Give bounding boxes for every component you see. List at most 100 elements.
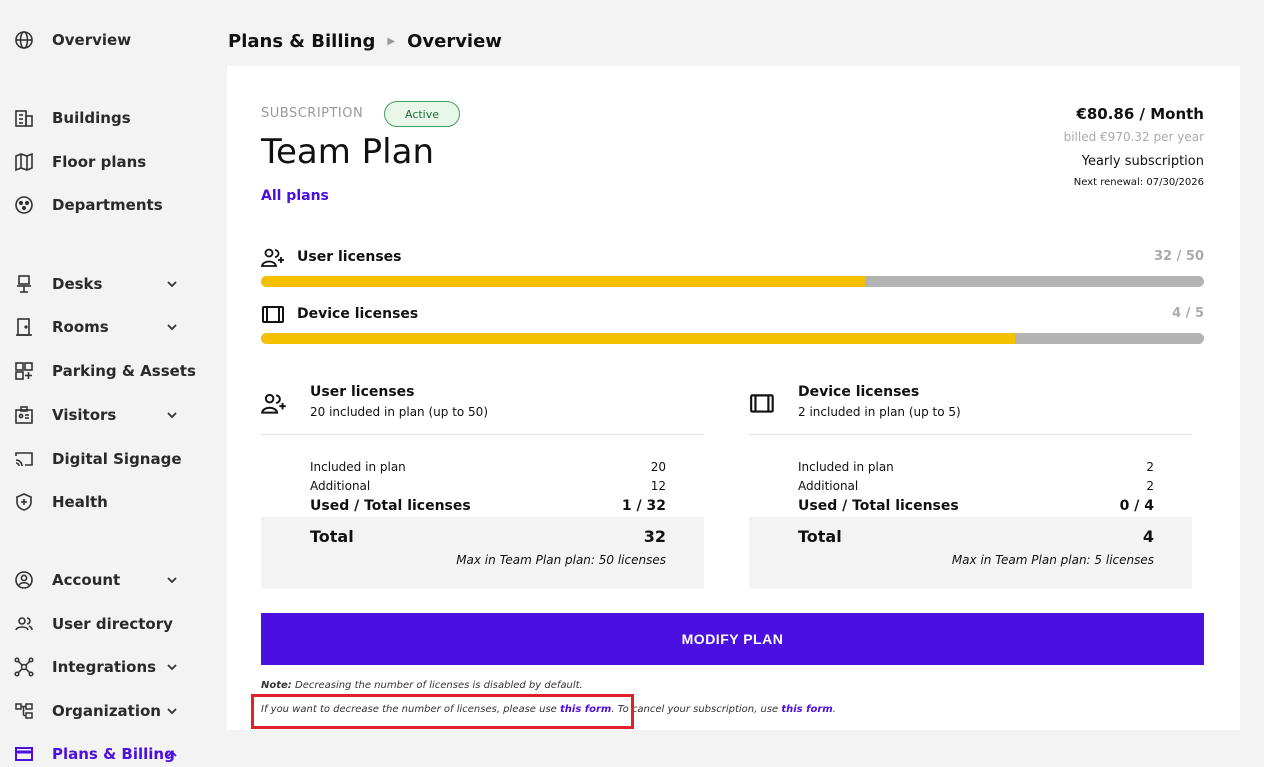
account-icon <box>13 569 35 591</box>
room-icon <box>13 316 35 338</box>
usage-label: Device licenses <box>297 306 419 322</box>
add-user-icon <box>261 393 286 414</box>
usage-label: User licenses <box>297 249 402 265</box>
highlight-box <box>251 694 634 729</box>
building-icon <box>13 107 35 129</box>
sidebar-item-health[interactable]: Health <box>13 489 213 515</box>
row-value: 2 <box>1146 479 1154 493</box>
departments-icon <box>13 194 35 216</box>
additional-row: Additional 12 <box>310 479 666 493</box>
total-value: 32 <box>643 527 666 546</box>
sidebar-item-integrations[interactable]: Integrations <box>13 654 213 680</box>
sidebar-item-label: Account <box>52 571 121 589</box>
row-label: Additional <box>310 479 371 493</box>
sidebar-item-label: Health <box>52 493 108 511</box>
row-value: 0 / 4 <box>1119 498 1154 514</box>
cancel-form-link[interactable]: this form <box>781 704 832 715</box>
note-part: . <box>832 704 836 715</box>
sidebar-item-label: Digital Signage <box>52 450 182 468</box>
note-body: Decreasing the number of licenses is dis… <box>291 680 583 691</box>
status-badge: Active <box>384 101 460 127</box>
total-label: Total <box>310 527 354 546</box>
sidebar-item-plans-billing[interactable]: Plans & Billing <box>13 741 213 767</box>
total-box: Total 32 Max in Team Plan plan: 50 licen… <box>261 517 704 589</box>
add-user-icon <box>261 248 284 267</box>
sidebar-item-buildings[interactable]: Buildings <box>13 105 213 131</box>
sidebar-item-label: Desks <box>52 275 103 293</box>
row-label: Additional <box>798 479 859 493</box>
device-progress-bar <box>261 333 1204 344</box>
sidebar-item-overview[interactable]: Overview <box>13 27 213 53</box>
note-prefix: Note: <box>261 680 292 691</box>
billed-amount: billed €970.32 per year <box>1063 130 1204 144</box>
total-box: Total 4 Max in Team Plan plan: 5 license… <box>749 517 1192 589</box>
usage-count: 4 / 5 <box>1172 306 1204 321</box>
sidebar-item-rooms[interactable]: Rooms <box>13 314 213 340</box>
sidebar-item-account[interactable]: Account <box>13 567 213 593</box>
sidebar-item-departments[interactable]: Departments <box>13 192 213 218</box>
health-shield-icon <box>13 491 35 513</box>
device-icon <box>262 306 284 323</box>
additional-row: Additional 2 <box>798 479 1154 493</box>
chevron-down-icon[interactable] <box>163 275 181 293</box>
chevron-down-icon[interactable] <box>163 702 181 720</box>
chevron-down-icon[interactable] <box>163 571 181 589</box>
divider <box>261 434 704 435</box>
usage-count: 32 / 50 <box>1154 249 1204 264</box>
user-licenses-usage: User licenses 32 / 50 <box>261 248 1204 299</box>
note-part: . To cancel your subscription, use <box>611 704 782 715</box>
sidebar-item-organization[interactable]: Organization <box>13 698 213 724</box>
sidebar-item-label: Parking & Assets <box>52 362 196 380</box>
row-label: Used / Total licenses <box>798 498 959 514</box>
sidebar-item-visitors[interactable]: Visitors <box>13 402 213 428</box>
chevron-down-icon[interactable] <box>163 406 181 424</box>
device-progress-fill <box>261 333 1016 344</box>
sidebar-item-floor-plans[interactable]: Floor plans <box>13 149 213 175</box>
total-value: 4 <box>1142 527 1154 546</box>
used-total-row: Used / Total licenses 1 / 32 <box>310 498 666 514</box>
sidebar-item-label: Organization <box>52 702 161 720</box>
modify-plan-button[interactable]: MODIFY PLAN <box>261 613 1204 665</box>
section-title: Device licenses <box>798 384 920 400</box>
sidebar-item-label: User directory <box>52 615 173 633</box>
sidebar-item-user-directory[interactable]: User directory <box>13 611 213 637</box>
breadcrumb-current: Overview <box>407 30 502 52</box>
used-total-row: Used / Total licenses 0 / 4 <box>798 498 1154 514</box>
divider <box>749 434 1192 435</box>
sidebar-item-label: Overview <box>52 31 132 49</box>
subscription-card: SUBSCRIPTION Active Team Plan All plans … <box>227 66 1240 730</box>
breadcrumb-separator-icon: ▶ <box>387 35 396 47</box>
breadcrumb-parent[interactable]: Plans & Billing <box>228 31 375 52</box>
integrations-icon <box>13 656 35 678</box>
row-label: Included in plan <box>310 460 406 474</box>
desk-icon <box>13 273 35 295</box>
globe-icon <box>13 29 35 51</box>
max-note: Max in Team Plan plan: 50 licenses <box>456 553 666 567</box>
section-title: User licenses <box>310 384 415 400</box>
chevron-down-icon[interactable] <box>163 658 181 676</box>
row-label: Included in plan <box>798 460 894 474</box>
sidebar-item-desks[interactable]: Desks <box>13 271 213 297</box>
chevron-up-icon[interactable] <box>163 745 181 763</box>
subscription-term: Yearly subscription <box>1081 154 1204 169</box>
device-licenses-usage: Device licenses 4 / 5 <box>261 306 1204 356</box>
user-progress-bar <box>261 276 1204 287</box>
breadcrumb: Plans & Billing ▶ Overview <box>228 28 502 54</box>
sidebar-item-label: Departments <box>52 196 163 214</box>
all-plans-link[interactable]: All plans <box>261 188 329 204</box>
note-text: Note: Decreasing the number of licenses … <box>261 680 583 691</box>
sidebar-item-digital-signage[interactable]: Digital Signage <box>13 446 213 472</box>
device-licenses-section: Device licenses 2 included in plan (up t… <box>749 384 1192 594</box>
organization-icon <box>13 700 35 722</box>
sidebar-item-parking-assets[interactable]: Parking & Assets <box>13 358 213 384</box>
row-value: 12 <box>650 479 666 493</box>
user-progress-fill <box>261 276 865 287</box>
parking-icon <box>13 360 35 382</box>
sidebar-item-label: Visitors <box>52 406 117 424</box>
row-value: 2 <box>1146 460 1154 474</box>
plan-title: Team Plan <box>261 132 435 172</box>
chevron-down-icon[interactable] <box>163 318 181 336</box>
sidebar-item-label: Plans & Billing <box>52 745 175 763</box>
included-row: Included in plan 20 <box>310 460 666 474</box>
card-icon <box>13 743 35 765</box>
